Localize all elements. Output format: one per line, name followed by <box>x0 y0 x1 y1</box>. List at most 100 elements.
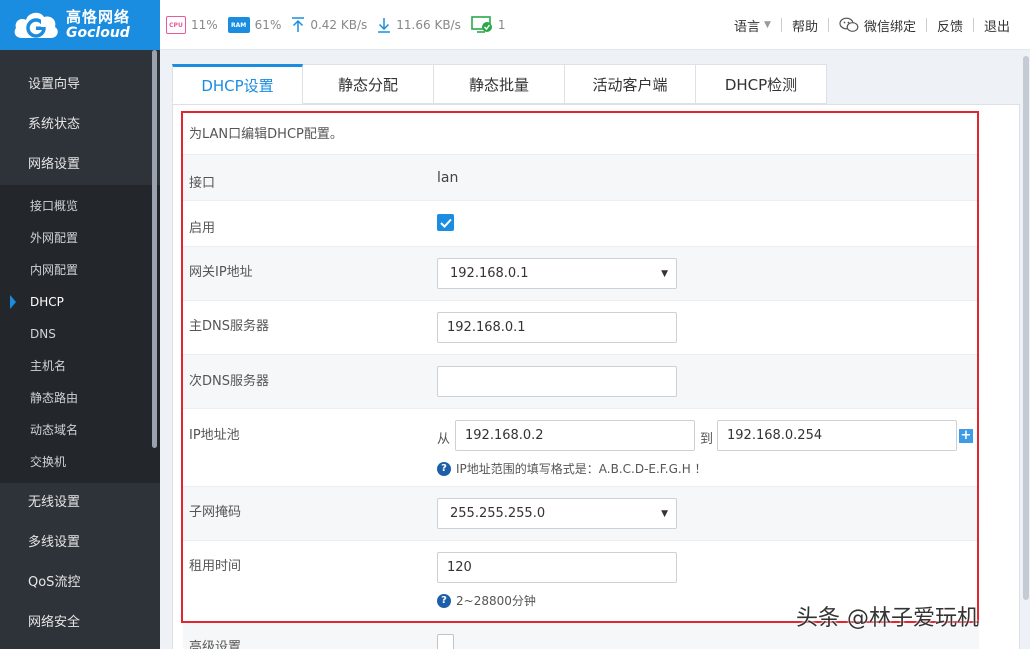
advanced-checkbox[interactable] <box>437 634 454 649</box>
pool-end-input[interactable] <box>717 420 957 451</box>
sidebar: 设置向导 系统状态 网络设置 接口概览 外网配置 内网配置 DHCP DNS 主… <box>0 50 160 649</box>
top-nav: 语言 ▼ 帮助 微信绑定 反馈 退出 <box>724 0 1020 50</box>
upload-arrow-icon <box>291 17 305 33</box>
subnet-mask-label: 子网掩码 <box>189 505 242 520</box>
tab-active-clients[interactable]: 活动客户端 <box>565 64 696 104</box>
sidebar-submenu: 接口概览 外网配置 内网配置 DHCP DNS 主机名 静态路由 动态域名 交换… <box>0 185 160 483</box>
help-circle-icon: ? <box>437 593 451 608</box>
sidebar-subitem-lan-config[interactable]: 内网配置 <box>0 254 160 286</box>
monitor-check-icon <box>471 16 493 34</box>
dns1-input[interactable] <box>437 312 677 343</box>
tab-static-assignment[interactable]: 静态分配 <box>303 64 434 104</box>
language-label: 语言 <box>734 19 761 35</box>
brand-name-cn: 高恪网络 <box>66 7 131 26</box>
sidebar-subitem-switch[interactable]: 交换机 <box>0 446 160 478</box>
dns2-input[interactable] <box>437 366 677 397</box>
wechat-icon <box>839 17 859 33</box>
brand-name-en: Gocloud <box>66 24 130 41</box>
tab-dhcp-settings[interactable]: DHCP设置 <box>172 64 303 104</box>
download-value: 11.66 KB/s <box>396 18 461 32</box>
lease-label: 租用时间 <box>189 559 242 574</box>
status-bar: CPU 11% RAM 61% 0.42 KB/s 11.66 KB/s 1 <box>166 0 516 50</box>
ram-value: 61% <box>254 18 282 32</box>
chevron-down-icon: ▼ <box>764 20 771 30</box>
enable-label: 启用 <box>189 221 216 236</box>
ram-icon: RAM <box>227 17 250 33</box>
gateway-select[interactable]: 192.168.0.1 ▼ <box>437 258 677 289</box>
main-content: DHCP设置 静态分配 静态批量 活动客户端 DHCP检测 为LAN口编辑DHC… <box>160 50 1030 649</box>
sidebar-item-setup-wizard[interactable]: 设置向导 <box>0 65 160 105</box>
sidebar-item-network-settings[interactable]: 网络设置 <box>0 145 160 185</box>
gateway-row: 网关IP地址 192.168.0.1 ▼ <box>183 246 979 300</box>
subnet-mask-row: 子网掩码 255.255.255.0 ▼ <box>183 486 979 540</box>
checkmark-icon <box>439 218 452 228</box>
sidebar-item-qos[interactable]: QoS流控 <box>0 563 160 603</box>
cpu-value: 11% <box>191 18 218 32</box>
page-scrollbar[interactable] <box>1023 56 1029 600</box>
cpu-stat: CPU 11% <box>166 16 218 34</box>
sidebar-scrollbar[interactable] <box>152 50 157 448</box>
dns1-row: 主DNS服务器 <box>183 300 979 354</box>
sidebar-subitem-dhcp[interactable]: DHCP <box>0 286 160 318</box>
tab-static-batch[interactable]: 静态批量 <box>434 64 565 104</box>
dhcp-form-panel: 为LAN口编辑DHCP配置。 接口 lan 启用 网关IP地址 192.168.… <box>172 104 1020 649</box>
advanced-label: 高级设置 <box>189 640 242 649</box>
interface-value: lan <box>437 170 459 186</box>
gateway-selected-value: 192.168.0.1 <box>450 266 529 281</box>
sidebar-subitem-hostname[interactable]: 主机名 <box>0 350 160 382</box>
upload-value: 0.42 KB/s <box>310 18 368 32</box>
sidebar-subitem-dns[interactable]: DNS <box>0 318 160 350</box>
language-menu[interactable]: 语言 ▼ <box>724 16 781 35</box>
dns2-row: 次DNS服务器 <box>183 354 979 408</box>
sidebar-subitem-interface-overview[interactable]: 接口概览 <box>0 190 160 222</box>
form-description: 为LAN口编辑DHCP配置。 <box>189 127 343 142</box>
sidebar-item-security[interactable]: 网络安全 <box>0 603 160 643</box>
sidebar-subitem-ddns[interactable]: 动态域名 <box>0 414 160 446</box>
sidebar-subitem-static-route[interactable]: 静态路由 <box>0 382 160 414</box>
devices-stat[interactable]: 1 <box>471 16 506 34</box>
watermark: 头条 @林子爱玩机 <box>796 606 979 631</box>
interface-label: 接口 <box>189 176 216 191</box>
gateway-label: 网关IP地址 <box>189 265 253 280</box>
lease-hint: ? 2~28800分钟 <box>437 592 536 609</box>
help-circle-icon: ? <box>437 461 451 476</box>
brand-logo[interactable]: 高恪网络 Gocloud <box>0 0 160 50</box>
sidebar-item-system-status[interactable]: 系统状态 <box>0 105 160 145</box>
dropdown-arrow-icon: ▼ <box>661 508 668 519</box>
wechat-bind-label: 微信绑定 <box>863 19 916 35</box>
download-arrow-icon <box>377 17 391 33</box>
pool-to-label: 到 <box>700 432 714 447</box>
add-pool-plus-icon[interactable]: + <box>959 429 973 443</box>
sidebar-item-wireless[interactable]: 无线设置 <box>0 483 160 523</box>
pool-start-input[interactable] <box>455 420 695 451</box>
sidebar-subitem-wan-config[interactable]: 外网配置 <box>0 222 160 254</box>
dns1-label: 主DNS服务器 <box>189 319 269 334</box>
lease-input[interactable] <box>437 552 677 583</box>
sidebar-item-multiline[interactable]: 多线设置 <box>0 523 160 563</box>
tab-bar: DHCP设置 静态分配 静态批量 活动客户端 DHCP检测 <box>172 64 827 104</box>
help-link[interactable]: 帮助 <box>782 16 828 35</box>
subnet-mask-select[interactable]: 255.255.255.0 ▼ <box>437 498 677 529</box>
lease-hint-text: 2~28800分钟 <box>456 594 536 608</box>
upload-stat: 0.42 KB/s <box>291 17 367 33</box>
wechat-bind-link[interactable]: 微信绑定 <box>829 16 926 35</box>
tab-dhcp-detect[interactable]: DHCP检测 <box>696 64 827 104</box>
pool-hint: ? IP地址范围的填写格式是：A.B.C.D-E.F.G.H ！ <box>437 460 707 477</box>
download-stat: 11.66 KB/s <box>377 17 461 33</box>
cpu-icon: CPU <box>166 16 186 34</box>
ip-pool-label: IP地址池 <box>189 428 240 443</box>
subnet-mask-selected-value: 255.255.255.0 <box>450 506 546 521</box>
enable-row: 启用 <box>183 200 979 246</box>
enable-checkbox[interactable] <box>437 214 454 231</box>
logout-link[interactable]: 退出 <box>974 16 1020 35</box>
ram-stat: RAM 61% <box>227 17 282 33</box>
dns2-label: 次DNS服务器 <box>189 374 269 389</box>
dropdown-arrow-icon: ▼ <box>661 268 668 279</box>
top-header: 高恪网络 Gocloud CPU 11% RAM 61% 0.42 KB/s 1… <box>0 0 1030 50</box>
pool-hint-text: IP地址范围的填写格式是：A.B.C.D-E.F.G.H ！ <box>456 462 707 476</box>
cloud-logo-icon <box>12 8 60 42</box>
feedback-link[interactable]: 反馈 <box>927 16 973 35</box>
devices-value: 1 <box>497 18 506 32</box>
interface-row: 接口 lan <box>183 154 979 200</box>
pool-from-label: 从 <box>437 432 451 447</box>
